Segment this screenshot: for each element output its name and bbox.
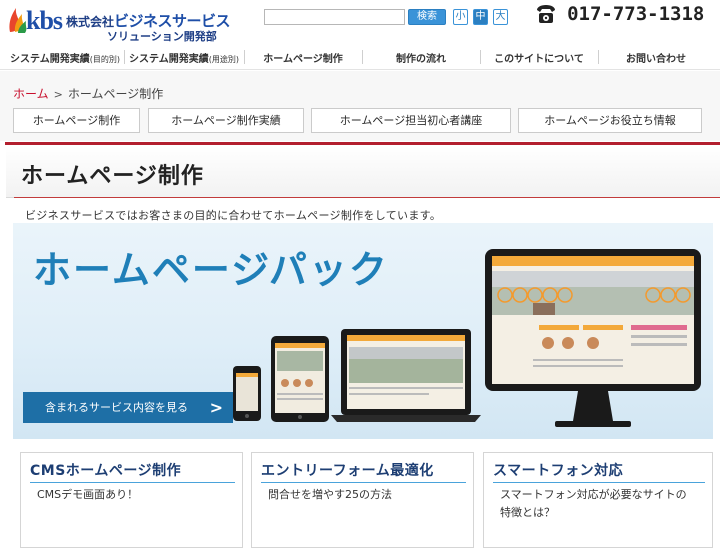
accent-divider [5,142,720,145]
subnav-production-results[interactable]: ホームページ制作実績 [148,108,304,133]
feature-text: CMSデモ画面あり！ [37,488,139,501]
nav-label: システム開発実績 [129,54,209,65]
feature-title-rule [30,482,235,483]
chevron-right-icon: > [209,398,223,417]
breadcrumb-home-link[interactable]: ホーム [13,87,49,101]
telephone-icon [537,5,555,23]
responsive-devices-illustration [233,249,701,427]
feature-title-rule [493,482,705,483]
nav-item-homepage-production[interactable]: ホームページ制作 [244,50,362,65]
company-logo[interactable]: kbs 株式会社ビジネスサービス ソリューション開発部 [6,4,231,43]
phone-number: 017-773-1318 [567,3,705,25]
title-underline [14,197,720,198]
nav-item-dev-results-purpose[interactable]: システム開発実績(目的別) [6,50,124,65]
hero-cta-label: 含まれるサービス内容を見る [45,401,188,414]
hero-cta-button[interactable]: 含まれるサービス内容を見る > [23,392,233,423]
breadcrumb-separator: > [53,88,63,101]
feature-title-rule [261,482,466,483]
search-input[interactable] [264,9,405,25]
page-title: ホームページ制作 [21,164,204,189]
page-title-box: ホームページ制作 [6,146,720,198]
global-nav: システム開発実績(目的別) システム開発実績(用途別) ホームページ制作 制作の… [0,44,720,70]
feature-card-smartphone[interactable]: スマートフォン対応 スマートフォン対応が必要なサイトの特徴とは？ [483,452,713,548]
nav-note: (用途別) [208,55,239,64]
font-size-medium-button[interactable]: 中 [473,9,488,25]
nav-item-production-flow[interactable]: 制作の流れ [362,50,480,65]
phone-contact: 017-773-1318 [535,3,704,27]
company-prefix: 株式会社 [66,15,115,29]
intro-text: ビジネスサービスではお客さまの目的に合わせてホームページ制作をしています。 [25,209,442,222]
subnav-homepage-production[interactable]: ホームページ制作 [13,108,140,133]
laptop-device [331,329,481,422]
subnav-useful-info[interactable]: ホームページお役立ち情報 [518,108,702,133]
nav-item-contact[interactable]: お問い合わせ [598,50,714,65]
tablet-device [271,336,329,422]
nav-note: (目的別) [89,55,120,64]
feature-text: スマートフォン対応が必要なサイトの特徴とは？ [500,488,687,519]
division-name: ソリューション開発部 [107,30,217,43]
smartphone-device [233,366,261,421]
subnav-beginner-course[interactable]: ホームページ担当初心者講座 [311,108,511,133]
font-size-large-button[interactable]: 大 [493,9,508,25]
feature-title: スマートフォン対応 [493,463,624,479]
nav-label: システム開発実績 [10,54,90,65]
search-button[interactable]: 検索 [408,9,446,25]
feature-title: エントリーフォーム最適化 [261,463,434,479]
breadcrumb: ホーム > ホームページ制作 [13,85,163,102]
feature-card-entry-form[interactable]: エントリーフォーム最適化 問合せを増やす25の方法 [251,452,474,548]
logo-kbs-text: kbs [26,6,63,35]
nav-item-dev-results-usage[interactable]: システム開発実績(用途別) [125,50,243,65]
breadcrumb-current: ホームページ制作 [67,87,164,101]
nav-item-about-site[interactable]: このサイトについて [480,50,598,65]
feature-card-cms[interactable]: CMSホームページ制作 CMSデモ画面あり！ [20,452,243,548]
feature-text: 問合せを増やす25の方法 [268,488,392,501]
desktop-monitor-device [485,249,701,427]
feature-title: CMSホームページ制作 [30,463,182,479]
hero-banner[interactable]: ホームページパック 含まれるサービス内容を見る > [13,223,713,439]
font-size-small-button[interactable]: 小 [453,9,468,25]
site-header: kbs 株式会社ビジネスサービス ソリューション開発部 検索 小 中 大 017… [0,0,720,44]
